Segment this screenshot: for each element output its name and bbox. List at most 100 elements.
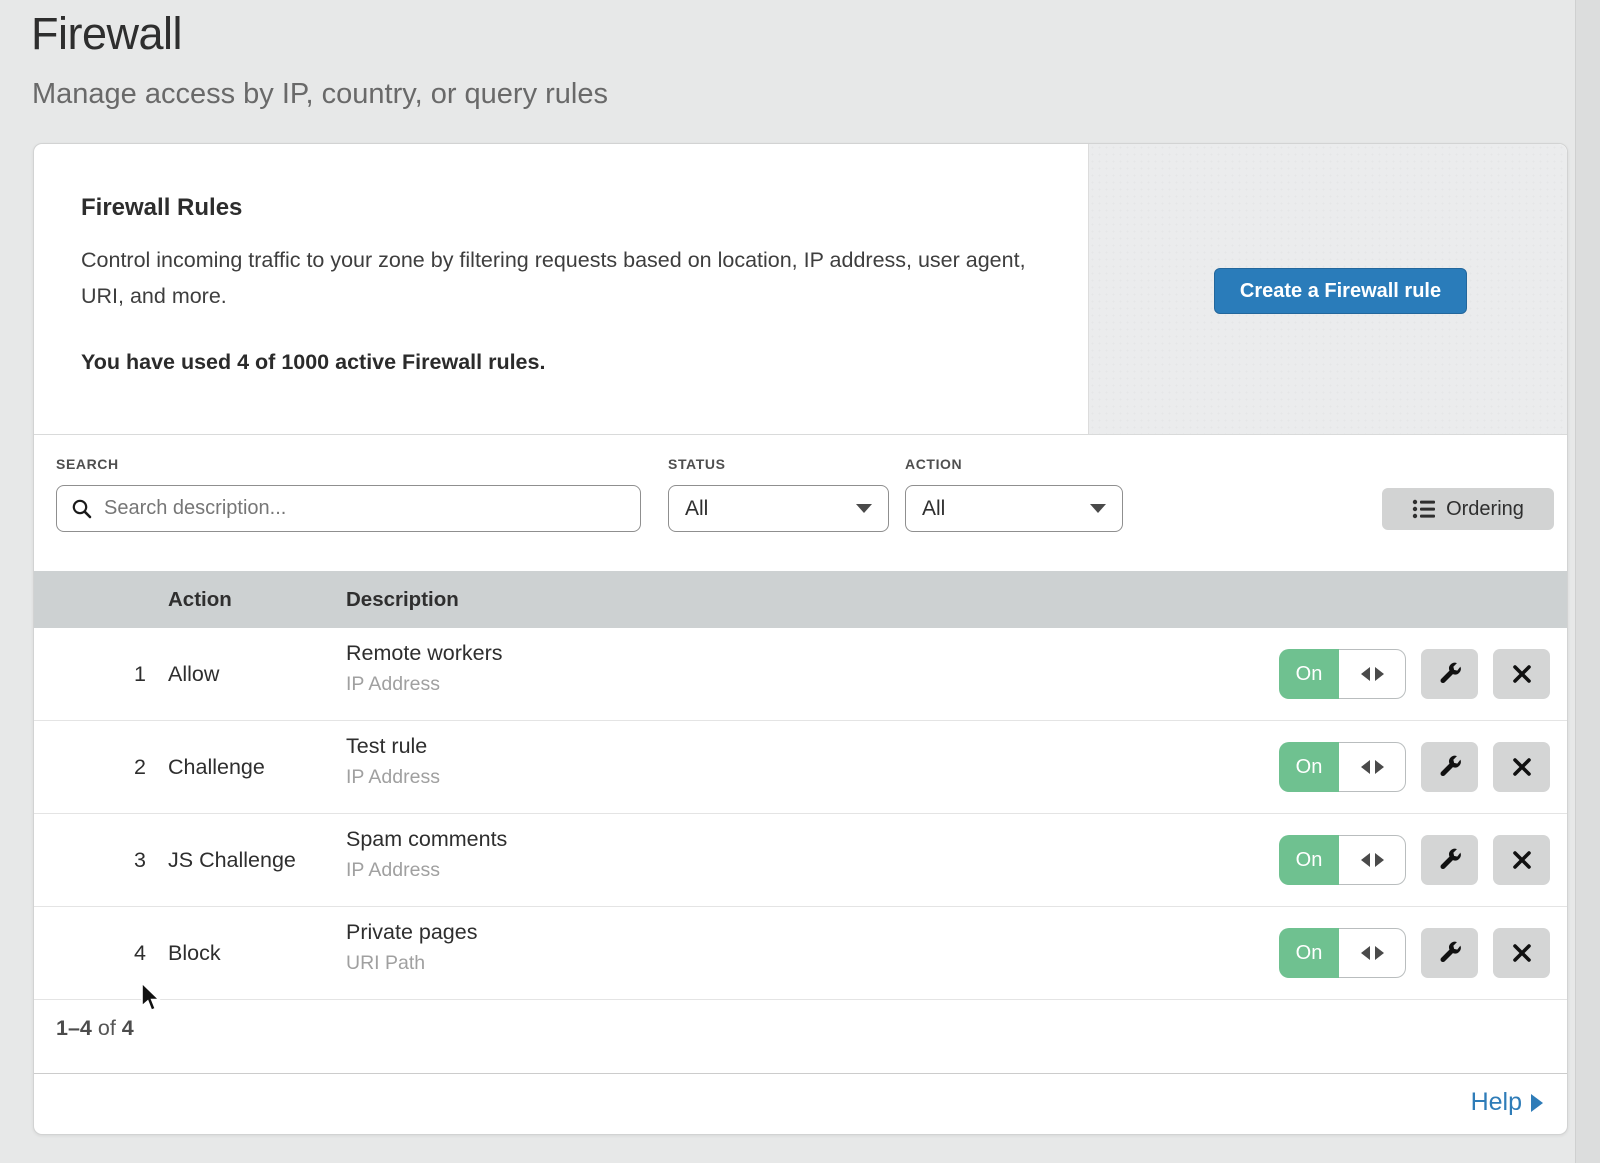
wrench-icon (1437, 847, 1463, 873)
pagination-of: of (98, 1016, 116, 1040)
info-section: Firewall Rules Control incoming traffic … (34, 144, 1567, 435)
toggle-on-label[interactable]: On (1279, 835, 1339, 885)
toggle-handle[interactable] (1339, 835, 1406, 885)
delete-rule-button[interactable] (1493, 649, 1550, 699)
help-arrow-icon (1531, 1094, 1543, 1112)
rule-description-cell: Remote workers IP Address (346, 641, 503, 696)
toggle-on-label[interactable]: On (1279, 742, 1339, 792)
edit-rule-button[interactable] (1421, 928, 1478, 978)
rule-controls: On (1279, 649, 1550, 699)
rules-table-body: 1 Allow Remote workers IP Address On 2 C… (34, 628, 1567, 1000)
action-select-value: All (922, 497, 945, 521)
toggle-arrows-icon (1375, 853, 1384, 867)
create-firewall-rule-button[interactable]: Create a Firewall rule (1214, 268, 1467, 314)
rule-enabled-toggle[interactable]: On (1279, 835, 1406, 885)
toggle-on-label[interactable]: On (1279, 928, 1339, 978)
table-row: 1 Allow Remote workers IP Address On (34, 628, 1567, 721)
section-description: Control incoming traffic to your zone by… (81, 242, 1026, 314)
rule-match-type: IP Address (346, 673, 503, 696)
edit-rule-button[interactable] (1421, 649, 1478, 699)
toggle-arrows-icon (1361, 946, 1370, 960)
pagination-status: 1–4 of 4 (56, 1016, 134, 1041)
caret-down-icon (856, 504, 872, 513)
rule-description: Test rule (346, 734, 440, 759)
edit-rule-button[interactable] (1421, 742, 1478, 792)
page-subtitle: Manage access by IP, country, or query r… (32, 78, 608, 111)
usage-note: You have used 4 of 1000 active Firewall … (81, 350, 545, 375)
edit-rule-button[interactable] (1421, 835, 1478, 885)
toggle-handle[interactable] (1339, 649, 1406, 699)
pagination-total: 4 (122, 1016, 134, 1040)
window-edge-strip (1575, 0, 1600, 1163)
rule-description: Spam comments (346, 827, 507, 852)
rule-match-type: IP Address (346, 859, 507, 882)
close-icon (1511, 942, 1533, 964)
toggle-arrows-icon (1375, 946, 1384, 960)
wrench-icon (1437, 940, 1463, 966)
section-heading: Firewall Rules (81, 194, 242, 222)
column-header-description: Description (346, 588, 459, 612)
toggle-arrows-icon (1361, 760, 1370, 774)
column-header-action: Action (168, 588, 232, 612)
status-select-value: All (685, 497, 708, 521)
help-link[interactable]: Help (1471, 1088, 1543, 1117)
rule-description-cell: Test rule IP Address (346, 734, 440, 789)
rule-description: Remote workers (346, 641, 503, 666)
delete-rule-button[interactable] (1493, 928, 1550, 978)
rule-enabled-toggle[interactable]: On (1279, 928, 1406, 978)
delete-rule-button[interactable] (1493, 742, 1550, 792)
search-label: SEARCH (56, 456, 119, 472)
close-icon (1511, 756, 1533, 778)
wrench-icon (1437, 754, 1463, 780)
toggle-arrows-icon (1361, 667, 1370, 681)
rule-action: JS Challenge (168, 848, 296, 873)
wrench-icon (1437, 661, 1463, 687)
rule-action: Challenge (168, 755, 265, 780)
create-rule-panel: Create a Firewall rule (1088, 144, 1567, 434)
firewall-rules-card: Firewall Rules Control incoming traffic … (33, 143, 1568, 1135)
firewall-page: Firewall Manage access by IP, country, o… (0, 0, 1600, 1163)
rule-controls: On (1279, 928, 1550, 978)
toggle-on-label[interactable]: On (1279, 649, 1339, 699)
search-field-container[interactable] (56, 485, 641, 532)
rule-enabled-toggle[interactable]: On (1279, 649, 1406, 699)
rule-description-cell: Spam comments IP Address (346, 827, 507, 882)
status-select[interactable]: All (668, 485, 889, 532)
rule-controls: On (1279, 835, 1550, 885)
rule-priority: 2 (134, 755, 146, 780)
toggle-arrows-icon (1361, 853, 1370, 867)
toggle-arrows-icon (1375, 667, 1384, 681)
delete-rule-button[interactable] (1493, 835, 1550, 885)
close-icon (1511, 663, 1533, 685)
ordering-button-label: Ordering (1446, 498, 1524, 521)
rule-priority: 3 (134, 848, 146, 873)
rule-match-type: URI Path (346, 952, 477, 975)
pagination-range: 1–4 (56, 1016, 92, 1040)
help-link-label: Help (1471, 1088, 1522, 1117)
rule-match-type: IP Address (346, 766, 440, 789)
ordering-button[interactable]: Ordering (1382, 488, 1554, 530)
rule-priority: 1 (134, 662, 146, 687)
rule-priority: 4 (134, 941, 146, 966)
rule-enabled-toggle[interactable]: On (1279, 742, 1406, 792)
rule-description: Private pages (346, 920, 477, 945)
toggle-arrows-icon (1375, 760, 1384, 774)
status-label: STATUS (668, 456, 726, 472)
caret-down-icon (1090, 504, 1106, 513)
page-title: Firewall (31, 8, 182, 60)
table-row: 4 Block Private pages URI Path On (34, 907, 1567, 1000)
table-row: 3 JS Challenge Spam comments IP Address … (34, 814, 1567, 907)
action-select[interactable]: All (905, 485, 1123, 532)
table-header: Action Description (34, 571, 1567, 628)
action-label: ACTION (905, 456, 962, 472)
toggle-handle[interactable] (1339, 928, 1406, 978)
rule-description-cell: Private pages URI Path (346, 920, 477, 975)
footer-divider (34, 1073, 1567, 1074)
search-icon (71, 498, 93, 520)
toggle-handle[interactable] (1339, 742, 1406, 792)
rule-controls: On (1279, 742, 1550, 792)
search-input[interactable] (102, 496, 606, 521)
close-icon (1511, 849, 1533, 871)
rule-action: Block (168, 941, 221, 966)
ordering-list-icon (1412, 498, 1436, 520)
